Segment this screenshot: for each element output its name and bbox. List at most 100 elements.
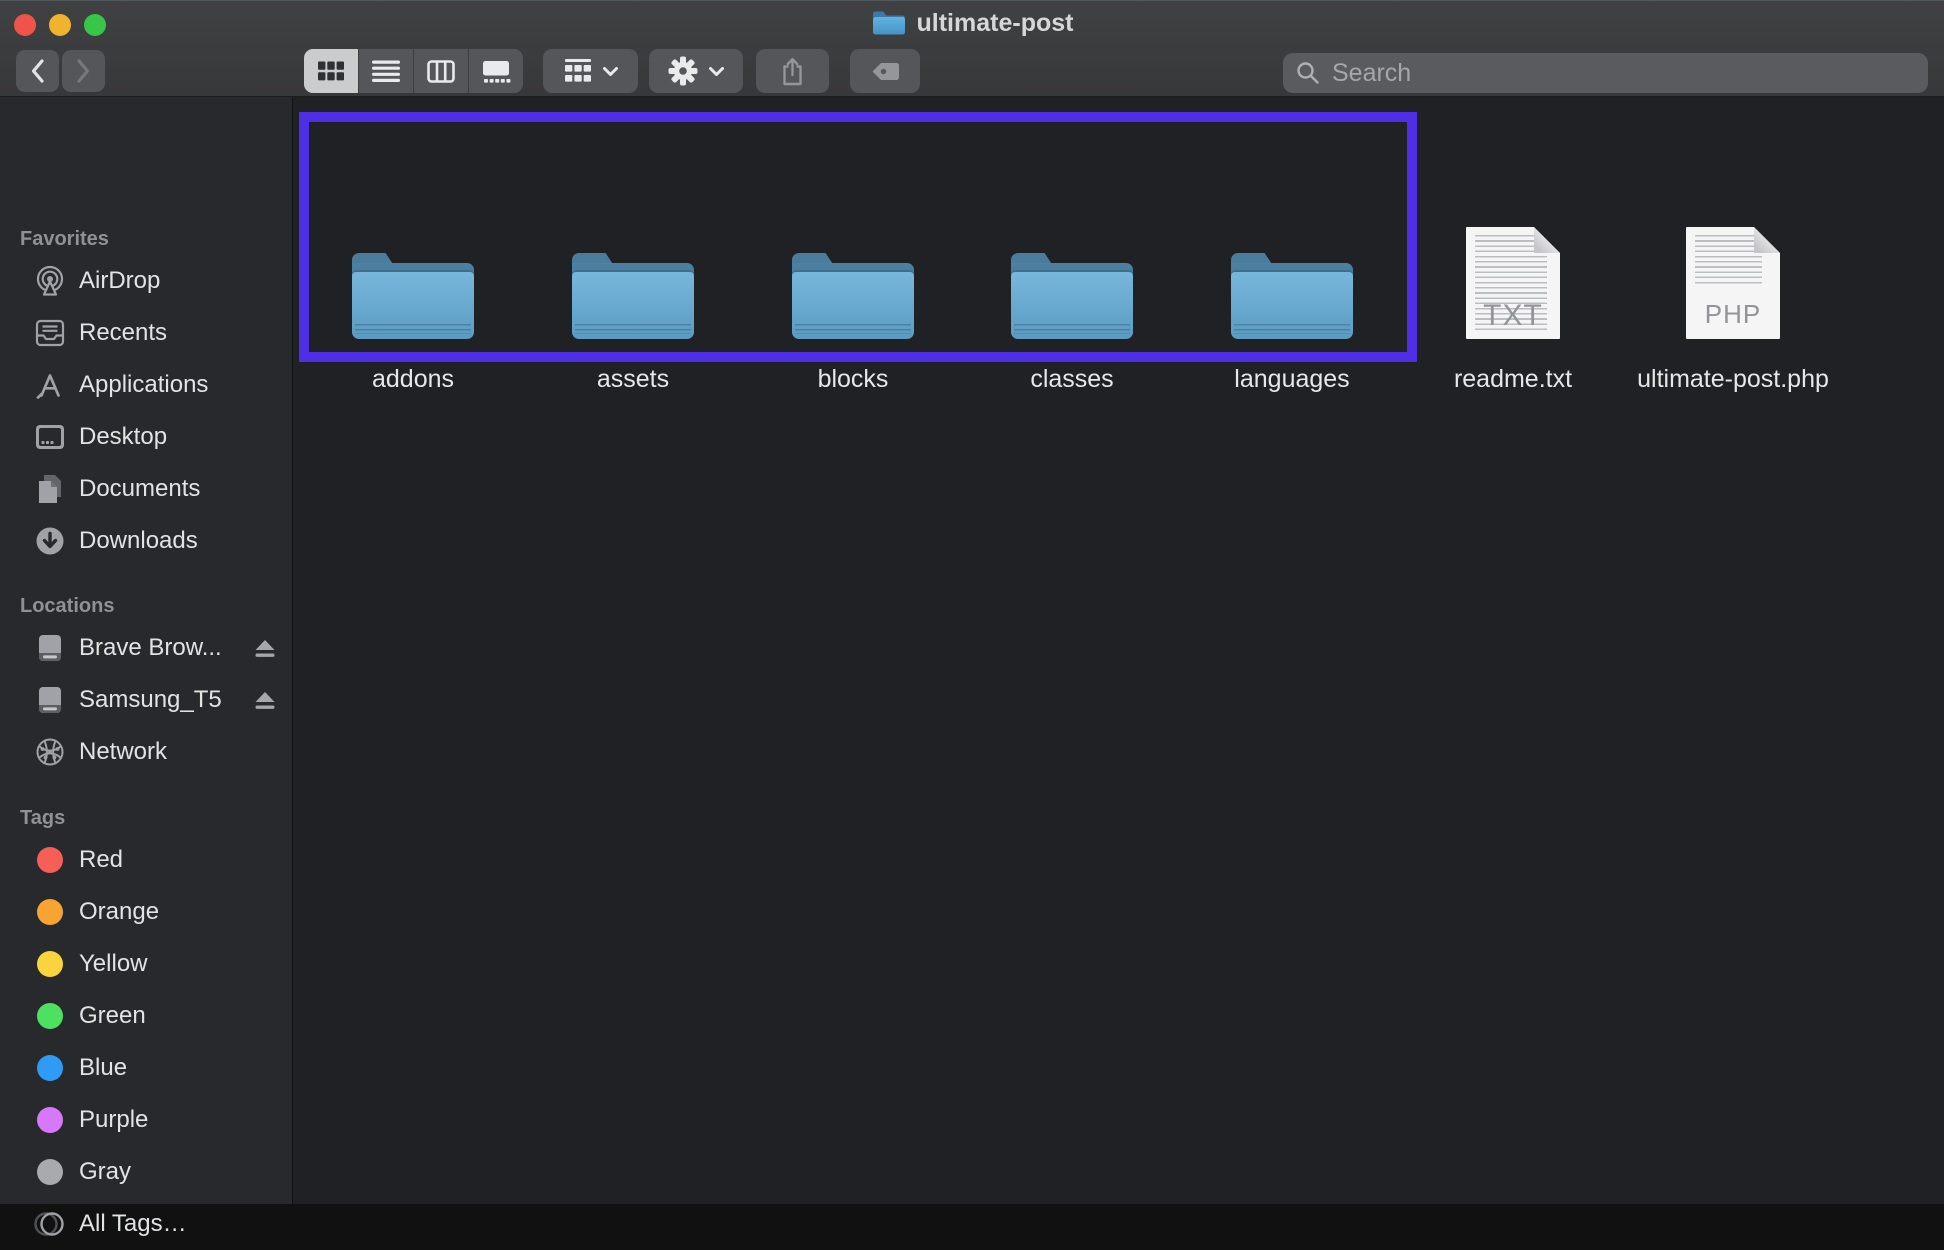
folder-proxy-icon — [871, 9, 907, 37]
blue-tag-icon — [37, 1055, 63, 1081]
sidebar: Favorites AirDrop Recents Applications D… — [0, 97, 293, 1237]
section-header: Locations — [20, 595, 115, 617]
folder-name: assets — [596, 365, 670, 393]
sidebar-tag-yellow[interactable]: Yellow — [0, 938, 292, 990]
file-name: readme.txt — [1453, 365, 1573, 393]
title-toolbar: ultimate-post — [0, 0, 1944, 97]
chevron-down-icon — [708, 66, 725, 77]
column-view-button[interactable] — [413, 49, 468, 93]
sidebar-tag-gray[interactable]: Gray — [0, 1146, 292, 1198]
recents-icon — [34, 317, 66, 349]
section-header: Tags — [20, 807, 66, 829]
folder-name: addons — [371, 365, 455, 393]
forward-button[interactable] — [62, 50, 105, 92]
folder-name: blocks — [817, 365, 889, 393]
tags-section: Tags Red Orange Yellow Green Blue Purple… — [0, 802, 292, 1250]
folder-icon — [352, 253, 474, 339]
search-input[interactable] — [1330, 57, 1916, 89]
sidebar-item-downloads[interactable]: Downloads — [0, 515, 292, 567]
desktop-icon — [34, 421, 66, 453]
search-field[interactable] — [1283, 53, 1928, 93]
grid-view-icon — [316, 59, 346, 83]
window-title: ultimate-post — [0, 5, 1944, 41]
file-name: ultimate-post.php — [1637, 365, 1829, 393]
sidebar-tag-orange[interactable]: Orange — [0, 886, 292, 938]
sidebar-item-network[interactable]: Network — [0, 726, 292, 778]
all-tags-icon — [34, 1208, 66, 1240]
folder-icon — [1011, 253, 1133, 339]
sidebar-item-label: Blue — [79, 1054, 128, 1081]
text-file-icon: TXT — [1466, 227, 1560, 339]
favorites-section: Favorites AirDrop Recents Applications D… — [0, 223, 292, 567]
back-button[interactable] — [16, 50, 59, 92]
icon-view-button[interactable] — [304, 49, 358, 93]
green-tag-icon — [37, 1003, 63, 1029]
sidebar-item-label: All Tags… — [79, 1210, 187, 1237]
eject-icon[interactable] — [252, 690, 278, 711]
gear-icon — [667, 55, 699, 87]
file-item-readme[interactable]: TXT readme.txt — [1403, 243, 1623, 394]
orange-tag-icon — [37, 899, 63, 925]
file-type-badge: PHP — [1704, 299, 1762, 329]
sidebar-item-airdrop[interactable]: AirDrop — [0, 255, 292, 307]
sidebar-item-applications[interactable]: Applications — [0, 359, 292, 411]
sidebar-item-brave-browser-drive[interactable]: Brave Brow... — [0, 622, 292, 674]
folder-icon — [572, 253, 694, 339]
tag-icon — [870, 60, 901, 83]
sidebar-item-documents[interactable]: Documents — [0, 463, 292, 515]
tag-button[interactable] — [850, 49, 920, 93]
folder-item-languages[interactable]: languages — [1182, 243, 1402, 394]
share-button[interactable] — [756, 49, 829, 93]
folder-item-classes[interactable]: classes — [962, 243, 1182, 394]
globe-icon — [34, 736, 66, 768]
sidebar-item-label: Gray — [79, 1158, 132, 1185]
sidebar-item-label: AirDrop — [79, 267, 161, 294]
window-title-text: ultimate-post — [916, 8, 1074, 37]
folder-icon — [792, 253, 914, 339]
sidebar-item-all-tags[interactable]: All Tags… — [0, 1198, 292, 1250]
sidebar-item-samsung-t5-drive[interactable]: Samsung_T5 — [0, 674, 292, 726]
folder-icon — [1231, 253, 1353, 339]
view-mode-switcher — [304, 49, 523, 93]
section-header: Favorites — [20, 228, 109, 250]
downloads-icon — [34, 525, 66, 557]
sidebar-item-label: Downloads — [79, 527, 198, 554]
file-type-badge: TXT — [1483, 299, 1543, 332]
sidebar-item-label: Recents — [79, 319, 168, 346]
sidebar-item-recents[interactable]: Recents — [0, 307, 292, 359]
sidebar-item-label: Yellow — [79, 950, 148, 977]
sidebar-item-label: Network — [79, 738, 168, 765]
gallery-view-button[interactable] — [468, 49, 523, 93]
folder-item-assets[interactable]: assets — [523, 243, 743, 394]
sidebar-item-label: Documents — [79, 475, 201, 502]
eject-icon[interactable] — [252, 638, 278, 659]
sidebar-tag-purple[interactable]: Purple — [0, 1094, 292, 1146]
file-item-ultimate-post-php[interactable]: PHP ultimate-post.php — [1623, 243, 1843, 394]
sidebar-tag-green[interactable]: Green — [0, 990, 292, 1042]
finder-window: ultimate-post Search Favorites AirDrop R… — [0, 0, 1944, 1237]
search-icon — [1295, 60, 1321, 86]
locations-section: Locations Brave Brow... Samsung_T5 Netwo… — [0, 590, 292, 778]
action-menu-button[interactable] — [649, 49, 743, 93]
list-view-button[interactable] — [358, 49, 413, 93]
sidebar-item-label: Purple — [79, 1106, 149, 1133]
sidebar-item-desktop[interactable]: Desktop — [0, 411, 292, 463]
folder-name: languages — [1234, 365, 1350, 393]
column-view-icon — [427, 59, 455, 83]
drive-icon — [34, 684, 66, 716]
folder-item-blocks[interactable]: blocks — [743, 243, 963, 394]
list-view-icon — [372, 59, 400, 83]
drive-icon — [34, 632, 66, 664]
gray-tag-icon — [37, 1159, 63, 1185]
file-browser-area[interactable]: addons assets blocks classes languages T… — [294, 97, 1944, 1204]
chevron-left-icon — [30, 58, 45, 84]
sidebar-tag-blue[interactable]: Blue — [0, 1042, 292, 1094]
group-by-button[interactable] — [543, 49, 638, 93]
chevron-right-icon — [76, 58, 91, 84]
sidebar-item-label: Desktop — [79, 423, 168, 450]
sidebar-item-label: Samsung_T5 — [79, 686, 222, 713]
red-tag-icon — [37, 847, 63, 873]
gallery-view-icon — [481, 59, 511, 83]
sidebar-tag-red[interactable]: Red — [0, 834, 292, 886]
folder-item-addons[interactable]: addons — [303, 243, 523, 394]
